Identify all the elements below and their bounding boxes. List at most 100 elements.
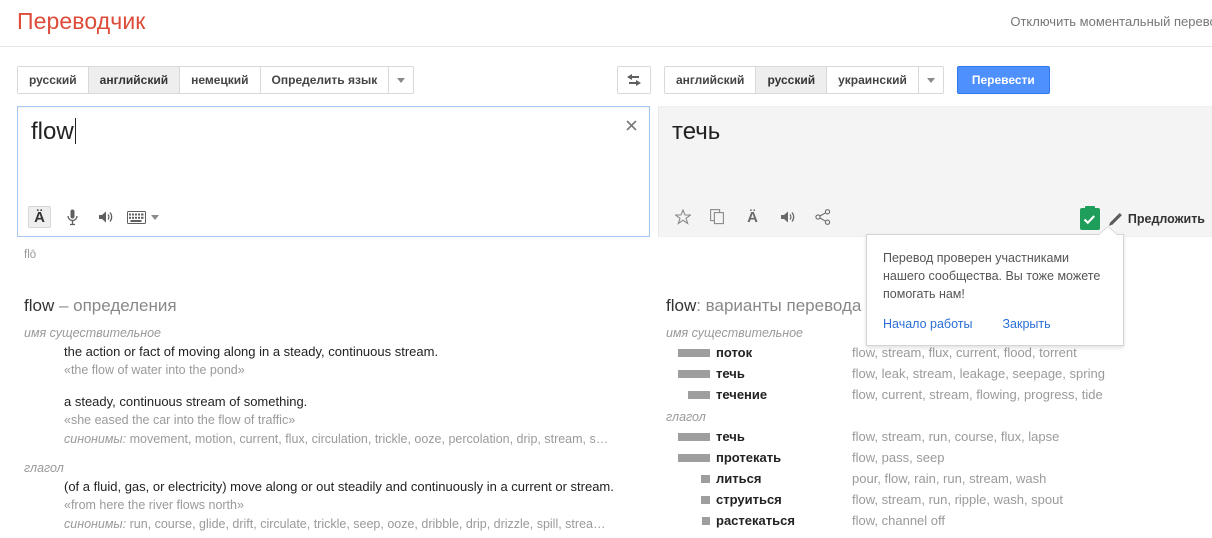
definition-text: the action or fact of moving along in a … (64, 344, 439, 359)
back-translations: flow, current, stream, flowing, progress… (852, 387, 1103, 402)
definition-text: a steady, continuous stream of something… (64, 394, 308, 409)
back-translations: flow, stream, run, ripple, wash, spout (852, 492, 1063, 507)
back-translations: flow, channel off (852, 513, 945, 528)
translation-word: течение (716, 387, 768, 402)
definition-entry: a steady, continuous stream of something… (64, 392, 644, 449)
translation-word: течь (716, 366, 745, 381)
source-lang-tab-detect[interactable]: Определить язык (260, 67, 390, 93)
tooltip-close-link[interactable]: Закрыть (1002, 317, 1050, 331)
frequency-bar-cell (666, 433, 716, 441)
definition-example: «the flow of water into the pond» (64, 363, 245, 377)
source-lang-tab-ru[interactable]: русский (18, 67, 89, 93)
frequency-bar-cell (666, 349, 716, 357)
transliterate-icon[interactable]: Ä (28, 206, 51, 228)
definitions-heading: flow – определения (24, 296, 644, 316)
target-lang-tab-en[interactable]: английский (665, 67, 757, 93)
keyboard-icon (127, 210, 146, 224)
instant-translate-toggle[interactable]: Отключить моментальный перевод (1010, 14, 1212, 29)
synonyms-label: синонимы: (64, 517, 127, 531)
source-lang-tab-en[interactable]: английский (88, 67, 181, 93)
source-language-tabs: русский английский немецкий Определить я… (17, 66, 415, 94)
frequency-bar-cell (666, 517, 716, 525)
frequency-bar (678, 433, 710, 441)
definition-text: (of a fluid, gas, or electricity) move a… (64, 479, 614, 494)
translation-word: течь (716, 429, 745, 444)
speaker-icon[interactable] (94, 206, 117, 228)
back-translations: pour, flow, rain, run, stream, wash (852, 471, 1047, 486)
clear-source-button[interactable] (621, 115, 641, 135)
back-translations: flow, leak, stream, leakage, seepage, sp… (852, 366, 1105, 381)
translation-row[interactable]: поток flow, stream, flux, current, flood… (666, 343, 1212, 363)
source-toolbar: Ä (28, 206, 159, 228)
back-translations: flow, pass, seep (852, 450, 945, 465)
suggest-edit-button[interactable]: Предложить (1108, 212, 1205, 227)
target-lang-tab-uk[interactable]: украинский (827, 67, 919, 93)
translations-heading-rest: : варианты перевода (696, 296, 862, 315)
source-lang-dropdown-button[interactable] (389, 67, 414, 93)
pronunciation-text: flō (24, 249, 37, 261)
translation-row[interactable]: струиться flow, stream, run, ripple, was… (666, 490, 1212, 510)
definition-synonyms: синонимы: movement, motion, current, flu… (64, 430, 644, 449)
page-title: Переводчик (17, 8, 146, 34)
translation-word: поток (716, 345, 753, 360)
source-lang-tab-de[interactable]: немецкий (180, 67, 261, 93)
share-icon[interactable] (811, 206, 834, 228)
tooltip-get-started-link[interactable]: Начало работы (883, 317, 972, 331)
definition-entry: the action or fact of moving along in a … (64, 342, 644, 380)
source-input[interactable]: flow (31, 117, 76, 147)
translation-row[interactable]: течь flow, leak, stream, leakage, seepag… (666, 364, 1212, 384)
text-cursor (74, 118, 76, 144)
keyboard-button[interactable] (127, 210, 159, 224)
frequency-bar (678, 349, 710, 357)
target-language-tabs: английский русский украинский (664, 66, 944, 94)
chevron-down-icon (397, 77, 406, 83)
definition-example: «she eased the car into the flow of traf… (64, 413, 296, 427)
translation-word: протекать (716, 450, 782, 465)
frequency-bar (701, 475, 710, 483)
definitions-section: flow – определения имя существительное t… (24, 296, 644, 538)
target-lang-tab-ru[interactable]: русский (756, 67, 828, 93)
tooltip-message: Перевод проверен участниками нашего сооб… (883, 251, 1101, 301)
tooltip-arrow (1099, 227, 1117, 235)
back-translations: flow, stream, flux, current, flood, torr… (852, 345, 1077, 360)
translation-word: литься (716, 471, 762, 486)
translation-row[interactable]: растекаться flow, channel off (666, 511, 1212, 531)
microphone-icon[interactable] (61, 206, 84, 228)
tooltip-links: Начало работы Закрыть (883, 317, 1107, 331)
pencil-icon (1108, 212, 1122, 226)
translation-row[interactable]: течение flow, current, stream, flowing, … (666, 385, 1212, 405)
star-icon[interactable] (671, 206, 694, 228)
frequency-bar (688, 391, 710, 399)
chevron-down-icon (926, 77, 935, 83)
translation-row[interactable]: литься pour, flow, rain, run, stream, wa… (666, 469, 1212, 489)
back-translations: flow, stream, run, course, flux, lapse (852, 429, 1060, 444)
copy-icon[interactable] (706, 206, 729, 228)
synonyms-list: movement, motion, current, flux, circula… (126, 432, 609, 446)
translator-page: Переводчик Отключить моментальный перево… (0, 0, 1212, 538)
translation-row[interactable]: течь flow, stream, run, course, flux, la… (666, 427, 1212, 447)
synonyms-list: run, course, glide, drift, circulate, tr… (126, 517, 606, 531)
frequency-bar (702, 517, 710, 525)
translation-output: течь (672, 118, 721, 145)
frequency-bar-cell (666, 454, 716, 462)
community-verified-tooltip: Перевод проверен участниками нашего сооб… (866, 234, 1124, 346)
speaker-icon[interactable] (776, 206, 799, 228)
verified-badge-icon[interactable] (1079, 206, 1100, 230)
target-lang-dropdown-button[interactable] (918, 67, 943, 93)
translation-row[interactable]: протекать flow, pass, seep (666, 448, 1212, 468)
definitions-heading-word: flow (24, 296, 55, 315)
translation-word: струиться (716, 492, 782, 507)
definitions-heading-rest: – определения (54, 296, 177, 315)
translate-button[interactable]: Перевести (956, 66, 1050, 94)
translation-word: растекаться (716, 513, 795, 528)
transliterate-icon[interactable]: Ä (741, 206, 764, 228)
translations-heading-word: flow (666, 296, 697, 315)
target-text-panel: течь Ä Предложить (658, 106, 1212, 237)
swap-languages-button[interactable] (617, 66, 651, 94)
frequency-bar (678, 370, 710, 378)
synonyms-label: синонимы: (64, 432, 127, 446)
source-text-panel[interactable]: flow Ä (17, 106, 650, 237)
frequency-bar-cell (666, 475, 716, 483)
frequency-bar-cell (666, 370, 716, 378)
definitions-pos-noun: имя существительное (24, 326, 161, 340)
